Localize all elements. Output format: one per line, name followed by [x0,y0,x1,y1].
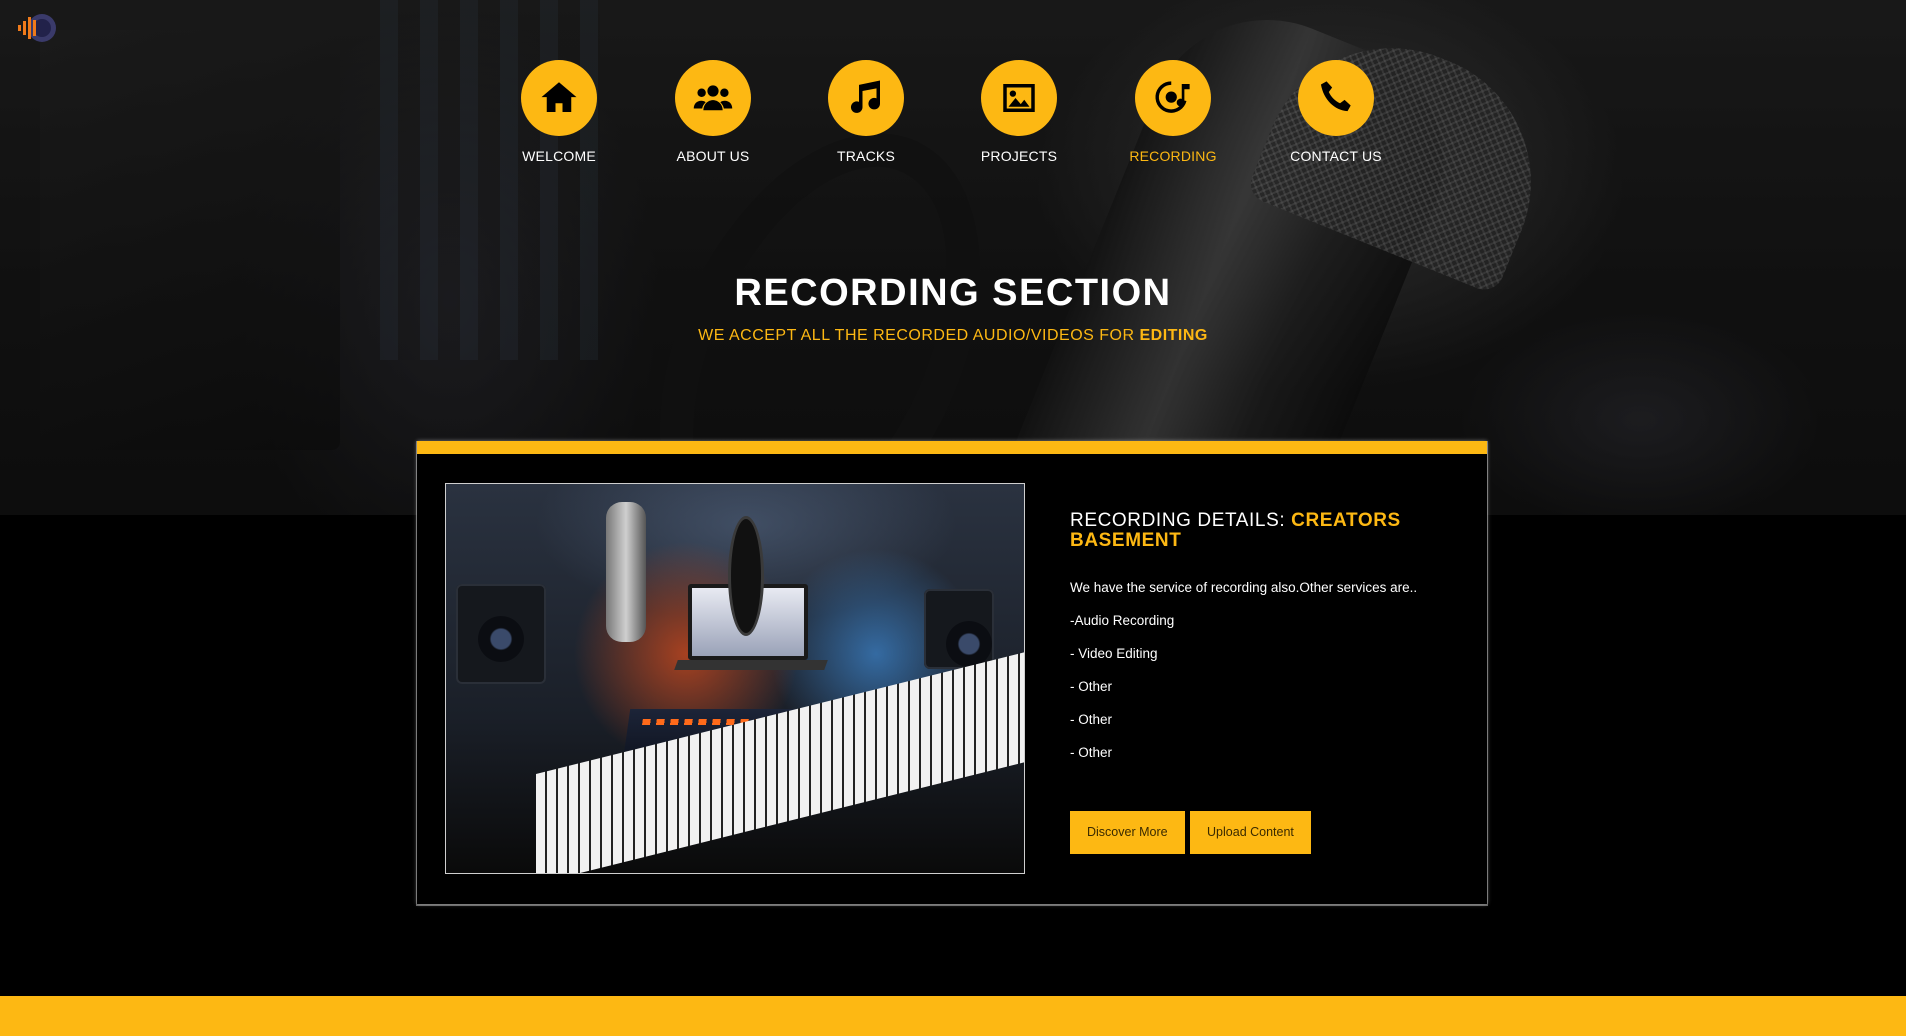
nav-circle-tracks[interactable] [828,60,904,136]
nav-circle-recording[interactable] [1135,60,1211,136]
section-subtitle-text: WE ACCEPT ALL THE RECORDED AUDIO/VIDEOS … [698,327,1140,344]
nav-circle-welcome[interactable] [521,60,597,136]
service-item: - Video Editing [1070,646,1158,661]
photo-keyboard [536,651,1024,873]
studio-photo [445,483,1025,874]
footer-bar [0,996,1906,1036]
nav-item-projects[interactable]: PROJECTS [939,60,1099,164]
nav-label-welcome[interactable]: WELCOME [479,148,639,164]
section-subtitle: WE ACCEPT ALL THE RECORDED AUDIO/VIDEOS … [0,327,1906,345]
music-note-icon [850,80,881,113]
section-subtitle-highlight: EDITING [1139,327,1208,344]
sound-logo-icon [18,14,56,42]
service-item: - Other [1070,679,1113,694]
discover-more-button[interactable]: Discover More [1070,811,1185,854]
service-item: - Other [1070,712,1113,727]
nav-label-projects[interactable]: PROJECTS [939,148,1099,164]
photo-pop-filter [728,516,764,636]
vinyl-record-icon [1155,81,1190,113]
recording-card: RECORDING DETAILS: CREATORS BASEMENT We … [417,441,1487,904]
nav-circle-contact-us[interactable] [1298,60,1374,136]
home-icon [541,82,577,112]
nav-item-contact-us[interactable]: CONTACT US [1256,60,1416,164]
nav-label-recording[interactable]: RECORDING [1093,148,1253,164]
main-navigation: WELCOME ABOUT US TRACKS PROJECTS RECORDI… [0,60,1906,170]
nav-item-tracks[interactable]: TRACKS [786,60,946,164]
nav-circle-projects[interactable] [981,60,1057,136]
service-item: -Audio Recording [1070,613,1175,628]
details-title-prefix: RECORDING DETAILS: [1070,510,1292,531]
users-icon [693,85,733,111]
nav-circle-about-us[interactable] [675,60,751,136]
section-title: RECORDING SECTION [734,272,1172,314]
recording-details: RECORDING DETAILS: CREATORS BASEMENT We … [1070,511,1460,777]
details-intro: We have the service of recording also.Ot… [1070,580,1418,595]
phone-icon [1320,81,1351,112]
nav-label-contact-us[interactable]: CONTACT US [1256,148,1416,164]
photo-laptop-base [674,660,828,670]
upload-content-button[interactable]: Upload Content [1190,811,1311,854]
photo-microphone [606,502,646,642]
nav-item-welcome[interactable]: WELCOME [479,60,639,164]
nav-item-recording[interactable]: RECORDING [1093,60,1253,164]
site-logo[interactable] [16,8,62,48]
image-icon [1003,84,1035,112]
service-item: - Other [1070,745,1113,760]
service-list: -Audio Recording - Video Editing - Other… [1070,612,1460,777]
photo-speaker-left [456,584,546,684]
photo-speaker-right [924,589,994,669]
nav-label-about-us[interactable]: ABOUT US [633,148,793,164]
nav-label-tracks[interactable]: TRACKS [786,148,946,164]
card-buttons: Discover More Upload Content [1070,811,1312,854]
nav-item-about-us[interactable]: ABOUT US [633,60,793,164]
details-title: RECORDING DETAILS: CREATORS BASEMENT [1070,511,1460,551]
